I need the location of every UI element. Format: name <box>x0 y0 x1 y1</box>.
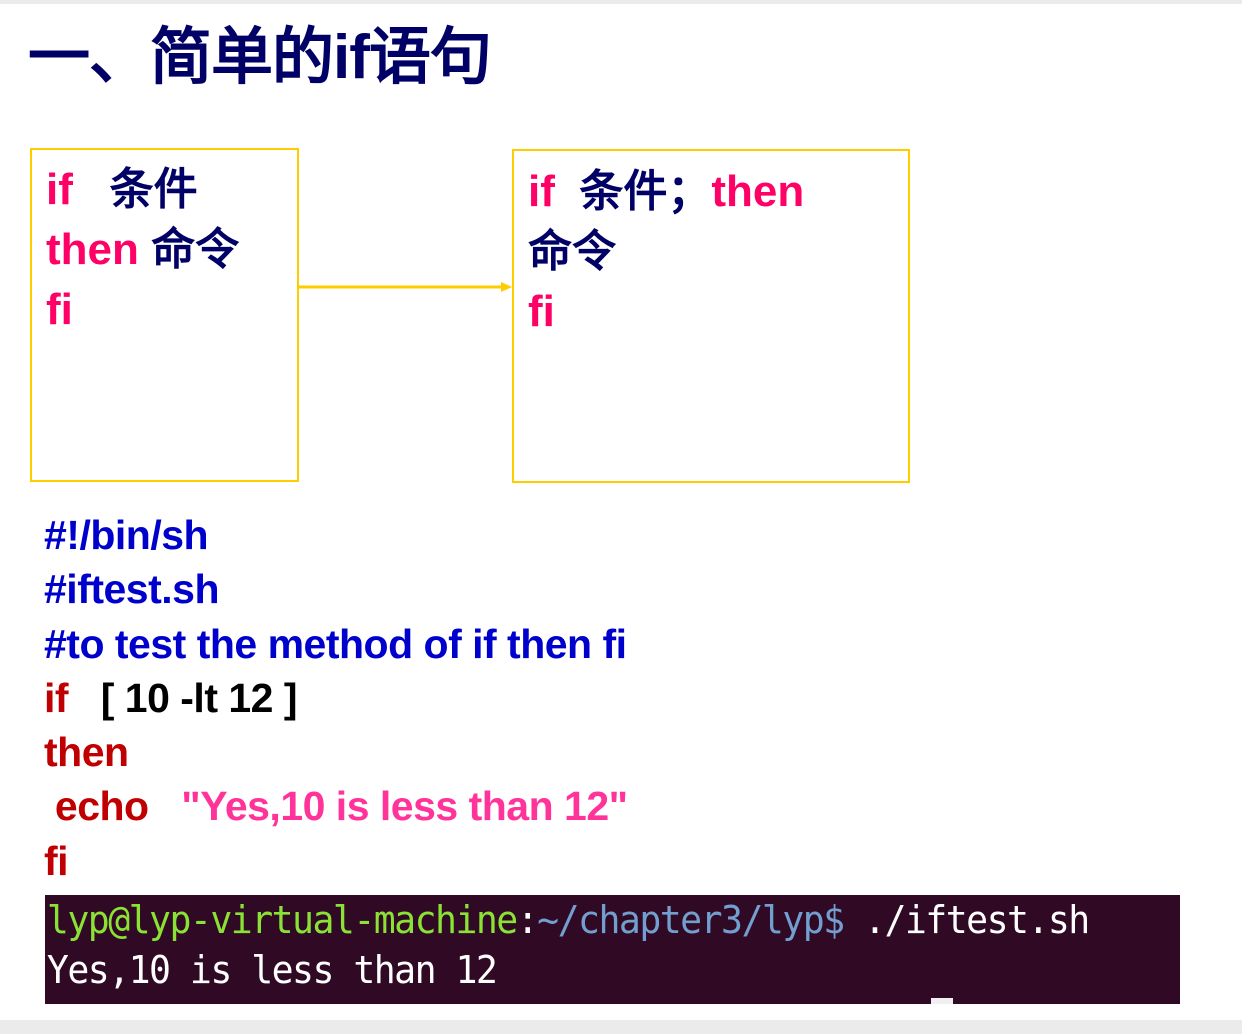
script-listing: #!/bin/sh #iftest.sh #to test the method… <box>44 508 628 888</box>
prompt-user-host: lyp@lyp-virtual-machine <box>46 898 518 942</box>
arrow-right-icon <box>299 282 512 292</box>
test-condition: [ 10 -lt 12 ] <box>100 674 298 721</box>
syntax-line-fi: fi <box>46 280 239 340</box>
keyword-fi: fi <box>528 287 555 336</box>
top-border <box>0 0 1242 4</box>
syntax-line-then: then 命令 <box>46 220 239 280</box>
syntax-line-if-then: if 条件；then <box>528 162 804 222</box>
terminal-output: lyp@lyp-virtual-machine:~/chapter3/lyp$ … <box>45 895 1180 1004</box>
if-line: if [ 10 -lt 12 ] <box>44 671 628 725</box>
keyword-then: then <box>46 225 139 274</box>
command-label: 命令 <box>528 227 616 276</box>
terminal-command: ./iftest.sh <box>843 898 1090 942</box>
slide-title: 一、简单的if语句 <box>28 23 492 92</box>
then-line: then <box>44 729 129 776</box>
prompt-path: ~/chapter3/lyp$ <box>537 898 845 942</box>
keyword-echo: echo <box>54 783 149 830</box>
terminal-output-line: Yes,10 is less than 12 <box>46 948 498 992</box>
arrow-head <box>501 282 512 292</box>
filename-comment: #iftest.sh <box>44 566 219 613</box>
prompt-colon: : <box>516 898 539 942</box>
bottom-border <box>0 1020 1242 1034</box>
condition-label: 条件； <box>579 167 712 216</box>
keyword-fi: fi <box>46 285 73 334</box>
keyword-then: then <box>711 167 805 216</box>
purpose-comment: #to test the method of if then fi <box>44 620 627 667</box>
syntax-line-command: 命令 <box>528 222 804 282</box>
keyword-if: if <box>528 167 555 216</box>
command-label: 命令 <box>151 225 240 274</box>
syntax-line-if: if 条件 <box>46 160 239 220</box>
keyword-if: if <box>46 165 73 214</box>
condition-label: 条件 <box>109 165 198 214</box>
keyword-if: if <box>44 674 69 721</box>
shebang-line: #!/bin/sh <box>44 512 209 558</box>
terminal-prompt-line: lyp@lyp-virtual-machine:~/chapter3/lyp$ … <box>45 895 1135 945</box>
syntax-line-fi: fi <box>528 282 804 342</box>
echo-string: "Yes,10 is less than 12" <box>181 783 628 830</box>
echo-line: echo "Yes,10 is less than 12" <box>44 779 628 833</box>
fi-line: fi <box>44 837 69 884</box>
syntax-box-multiline: if 条件 then 命令 fi <box>30 148 299 482</box>
syntax-box-compact: if 条件；then 命令 fi <box>512 149 910 483</box>
terminal-cursor <box>931 998 953 1004</box>
